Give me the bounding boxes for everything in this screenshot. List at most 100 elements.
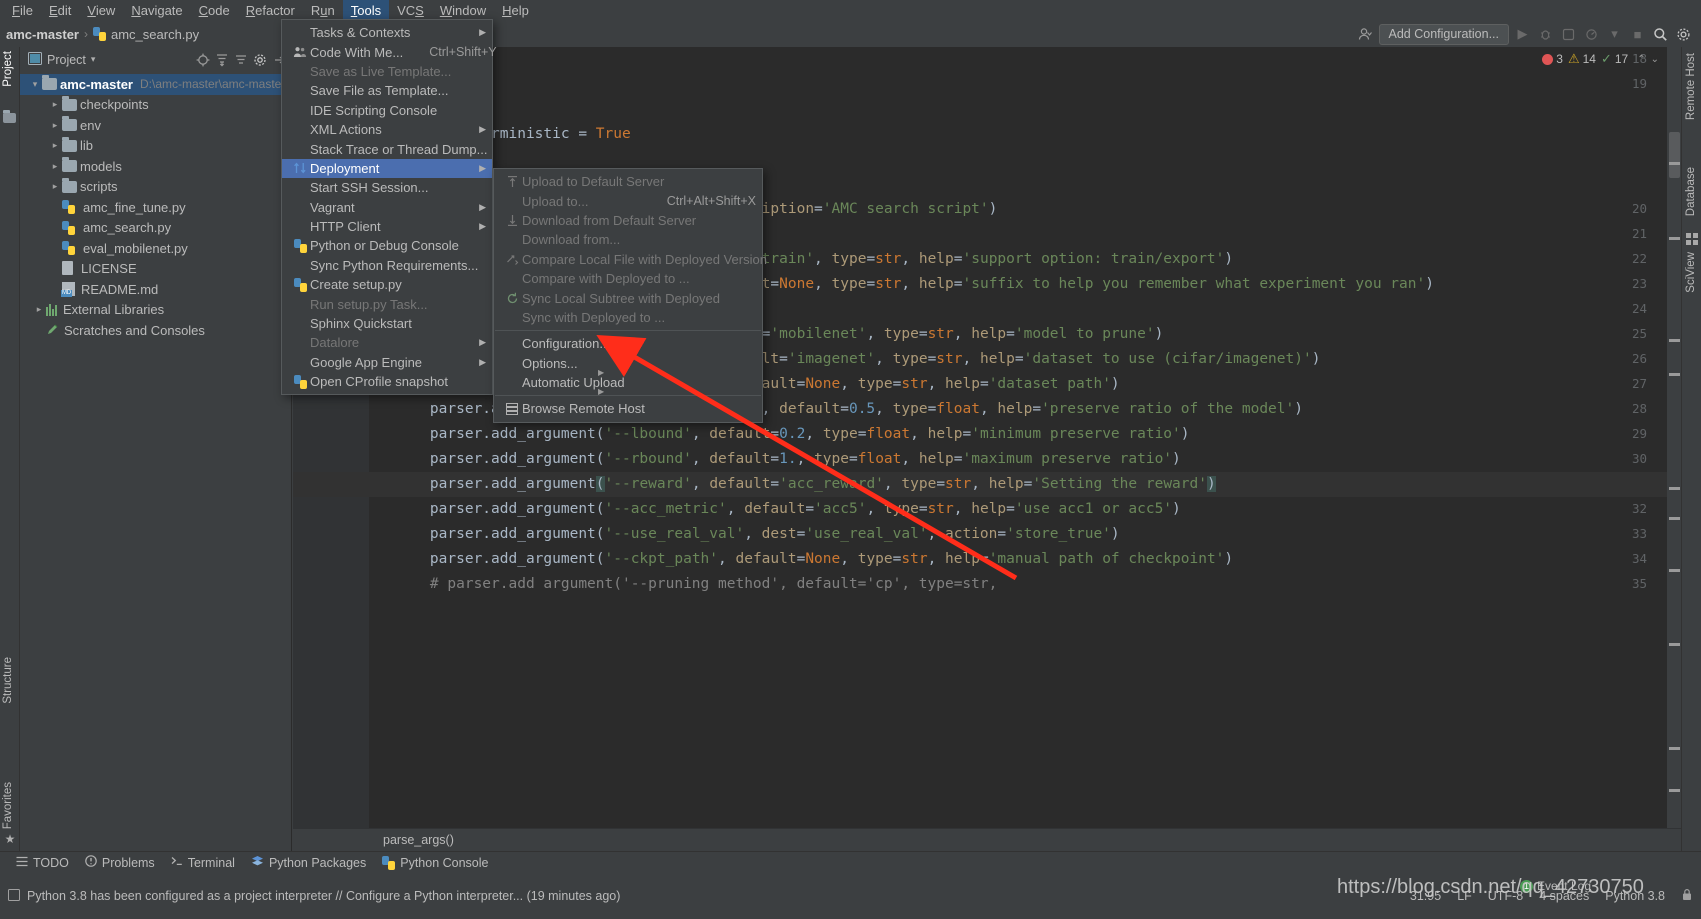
stripe-mark[interactable] (1669, 569, 1680, 572)
search-icon[interactable] (1651, 25, 1670, 44)
project-settings-gear-icon[interactable] (251, 51, 268, 68)
chevron-down-icon[interactable]: ▾ (28, 79, 42, 90)
menu-item-tasks-contexts[interactable]: Tasks & Contexts ▶ (282, 23, 492, 42)
submenu-item-options[interactable]: Options... (494, 354, 762, 373)
tree-node-amc-search-py[interactable]: amc_search.py (20, 218, 291, 239)
submenu-item-automatic-upload[interactable]: Automatic Upload (494, 373, 762, 392)
sidebar-item-structure[interactable]: Structure (2, 657, 14, 704)
sidebar-item-remote-host[interactable]: Remote Host (1685, 53, 1697, 120)
debug-button[interactable] (1536, 25, 1555, 44)
chevron-right-icon[interactable]: ▸ (48, 99, 62, 110)
stripe-mark[interactable] (1669, 237, 1680, 240)
tree-node-env[interactable]: ▸ env (20, 115, 291, 136)
add-configuration-button[interactable]: Add Configuration... (1379, 24, 1510, 45)
tree-node-lib[interactable]: ▸ lib (20, 136, 291, 157)
stripe-mark[interactable] (1669, 643, 1680, 646)
stripe-mark[interactable] (1669, 373, 1680, 376)
menu-item-start-ssh-session[interactable]: Start SSH Session... (282, 178, 492, 197)
menu-refactor[interactable]: Refactor (238, 0, 303, 21)
menu-item-code-with-me[interactable]: Code With Me... Ctrl+Shift+Y (282, 42, 492, 61)
tree-node-models[interactable]: ▸ models (20, 156, 291, 177)
deployment-submenu-popup[interactable]: Upload to Default Server Upload to... Ct… (493, 168, 763, 423)
inspection-chevron-down-icon[interactable]: ⌄ (1651, 54, 1659, 65)
collapse-all-icon[interactable] (232, 51, 249, 68)
submenu-item-configuration[interactable]: Configuration... (494, 334, 762, 353)
tools-menu-popup[interactable]: Tasks & Contexts ▶ Code With Me... Ctrl+… (281, 19, 493, 395)
menu-item-sync-python-requirements[interactable]: Sync Python Requirements... (282, 256, 492, 275)
stripe-mark[interactable] (1669, 487, 1680, 490)
tree-node-root[interactable]: ▾ amc-master D:\amc-master\amc-master (20, 74, 291, 95)
menu-item-google-app-engine[interactable]: Google App Engine ▶ (282, 353, 492, 372)
menu-item-save-file-as-template[interactable]: Save File as Template... (282, 81, 492, 100)
tree-node-scratches-and-consoles[interactable]: Scratches and Consoles (20, 320, 291, 341)
tree-node-eval-mobilenet-py[interactable]: eval_mobilenet.py (20, 238, 291, 259)
menu-edit[interactable]: Edit (41, 0, 79, 21)
menu-item-http-client[interactable]: HTTP Client ▶ (282, 217, 492, 236)
project-files-icon[interactable] (3, 111, 17, 125)
tool-window-todo[interactable]: TODO (16, 856, 69, 870)
tool-window-python-console[interactable]: Python Console (382, 856, 488, 870)
tool-window-python-packages[interactable]: Python Packages (251, 855, 366, 870)
code-line[interactable]: parser.add_argument('--lbound', default=… (395, 422, 1190, 447)
inspection-chevron-up-icon[interactable]: ⌃ (1637, 54, 1645, 65)
breadcrumb-file[interactable]: amc_search.py (93, 27, 199, 42)
menu-item-ide-scripting-console[interactable]: IDE Scripting Console (282, 101, 492, 120)
menu-help[interactable]: Help (494, 0, 537, 21)
weak-warning-count-chip[interactable]: ✓ 17 (1601, 51, 1628, 67)
editor-breadcrumb[interactable]: parse_args() (293, 828, 1681, 851)
sidebar-item-sciview[interactable]: SciView (1685, 252, 1697, 293)
tree-node-license[interactable]: LICENSE (20, 259, 291, 280)
profile-button[interactable] (1582, 25, 1601, 44)
chevron-right-icon[interactable]: ▸ (48, 120, 62, 131)
project-scope-chevron-icon[interactable]: ▾ (91, 54, 96, 65)
code-line[interactable]: parser.add_argument('--use_real_val', de… (395, 522, 1120, 547)
chevron-right-icon[interactable]: ▸ (48, 140, 62, 151)
menu-item-stack-trace-or-thread-dump[interactable]: Stack Trace or Thread Dump... (282, 139, 492, 158)
chevron-right-icon[interactable]: ▸ (48, 161, 62, 172)
code-line[interactable]: parser.add_argument('--reward', default=… (395, 472, 1216, 497)
inspection-status-widget[interactable]: 3 ⚠ 14 ✓ 17 ⌃ ⌄ (1542, 51, 1659, 67)
menu-navigate[interactable]: Navigate (123, 0, 190, 21)
chevron-right-icon[interactable]: ▸ (32, 304, 46, 315)
menu-item-open-cprofile-snapshot[interactable]: Open CProfile snapshot (282, 372, 492, 391)
tool-window-terminal[interactable]: Terminal (171, 855, 235, 870)
stripe-mark[interactable] (1669, 339, 1680, 342)
chevron-down-icon[interactable]: ▾ (1605, 25, 1624, 44)
menu-item-vagrant[interactable]: Vagrant ▶ (282, 198, 492, 217)
menu-item-xml-actions[interactable]: XML Actions ▶ (282, 120, 492, 139)
menu-item-python-or-debug-console[interactable]: Python or Debug Console (282, 236, 492, 255)
stripe-mark[interactable] (1669, 517, 1680, 520)
tree-node-checkpoints[interactable]: ▸ checkpoints (20, 95, 291, 116)
chevron-right-icon[interactable]: ▸ (48, 181, 62, 192)
sidebar-item-database[interactable]: Database (1685, 167, 1697, 216)
error-count-chip[interactable]: 3 (1542, 52, 1563, 66)
tree-node-external-libraries[interactable]: ▸ External Libraries (20, 300, 291, 321)
menu-item-create-setup-py[interactable]: Create setup.py (282, 275, 492, 294)
menu-view[interactable]: View (79, 0, 123, 21)
menu-run[interactable]: Run (303, 0, 343, 21)
select-opened-file-icon[interactable] (194, 51, 211, 68)
tree-node-readme-md[interactable]: README.md (20, 279, 291, 300)
sciview-grid-icon[interactable] (1685, 232, 1699, 246)
code-line[interactable]: # parser.add argument('--pruning method'… (395, 572, 997, 597)
expand-all-icon[interactable] (213, 51, 230, 68)
tree-node-amc-fine-tune-py[interactable]: amc_fine_tune.py (20, 197, 291, 218)
run-coverage-button[interactable] (1559, 25, 1578, 44)
warning-count-chip[interactable]: ⚠ 14 (1568, 51, 1596, 67)
editor-scrollbar-thumb[interactable] (1669, 132, 1680, 178)
stripe-mark[interactable] (1669, 789, 1680, 792)
menu-code[interactable]: Code (191, 0, 238, 21)
code-line[interactable]: parser.add_argument('--acc_metric', defa… (395, 497, 1181, 522)
breadcrumb-project[interactable]: amc-master (6, 27, 79, 42)
user-account-icon[interactable] (1356, 25, 1375, 44)
lock-icon[interactable] (1681, 888, 1693, 904)
run-button[interactable]: ▶ (1513, 25, 1532, 44)
tree-node-scripts[interactable]: ▸ scripts (20, 177, 291, 198)
tool-window-problems[interactable]: Problems (85, 855, 155, 870)
menu-window[interactable]: Window (432, 0, 494, 21)
stop-button[interactable]: ■ (1628, 25, 1647, 44)
menu-item-deployment[interactable]: Deployment ▶ (282, 159, 492, 178)
sidebar-item-favorites[interactable]: Favorites (2, 782, 14, 829)
stripe-mark[interactable] (1669, 747, 1680, 750)
status-message[interactable]: Python 3.8 has been configured as a proj… (27, 889, 620, 903)
